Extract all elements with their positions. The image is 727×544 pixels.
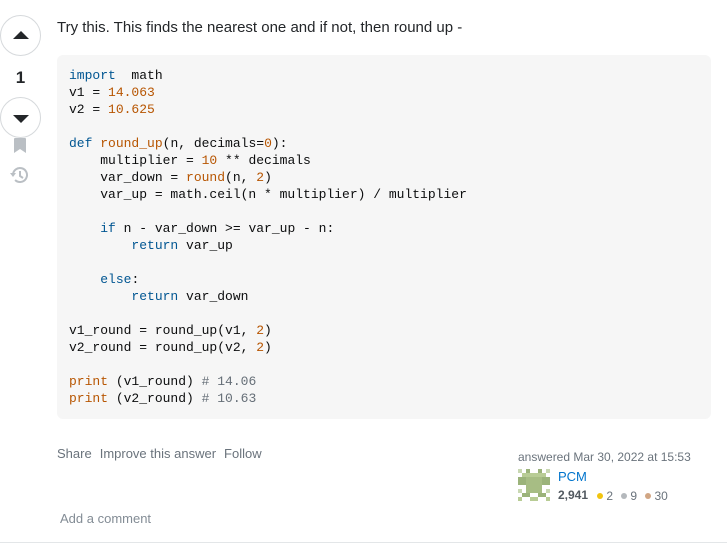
code-token: print (69, 391, 109, 406)
code-token: v1_round = round_up(v1, (69, 323, 257, 338)
user-name-link[interactable]: PCM (558, 469, 587, 485)
vote-count: 1 (15, 68, 26, 87)
avatar[interactable] (518, 469, 550, 501)
code-block: import math v1 = 14.063 v2 = 10.625 def … (57, 55, 711, 419)
silver-badge: 9 (621, 488, 637, 504)
code-token: (n, decimals= (162, 136, 265, 151)
arrow-up-icon (12, 30, 29, 39)
code-token: var_up (178, 238, 233, 253)
code-token: var_down = (69, 170, 187, 185)
answered-timestamp: answered Mar 30, 2022 at 15:53 (518, 450, 691, 464)
code-line: v2_round = round_up(v2, 2) (69, 340, 272, 355)
code-token: round_up (100, 136, 163, 151)
code-token: # 14.06 (201, 374, 257, 389)
history-button[interactable] (10, 165, 30, 185)
answer-text: Try this. This finds the nearest one and… (57, 19, 463, 36)
code-token: var_down (178, 289, 249, 304)
code-token: return (131, 238, 179, 253)
code-line: def round_up(n, decimals=0): (69, 136, 287, 151)
arrow-down-icon (12, 114, 29, 123)
code-token: ) (264, 323, 272, 338)
code-line: var_up = math.ceil(n * multiplier) / mul… (69, 187, 467, 202)
reputation-score: 2,941 (558, 488, 589, 502)
history-icon (10, 167, 28, 183)
code-line: return var_down (69, 289, 248, 304)
code-content: import math v1 = 14.063 v2 = 10.625 def … (69, 67, 467, 407)
code-token: round (186, 170, 226, 185)
code-token: v1 = (69, 85, 109, 100)
code-token: n - var_down >= var_up - n: (115, 221, 335, 236)
code-token: 10.625 (108, 102, 155, 117)
code-token: math (115, 68, 163, 83)
code-line: var_down = round(n, 2) (69, 170, 272, 185)
code-token: v2_round = round_up(v2, (69, 340, 257, 355)
code-token: multiplier = (69, 153, 202, 168)
code-token: 0 (264, 136, 272, 151)
improve-answer-link[interactable]: Improve this answer (100, 446, 216, 461)
bronze-badge-icon (645, 493, 652, 499)
code-token: ) (264, 170, 272, 185)
gold-badge: 2 (597, 488, 613, 504)
code-token: 2 (256, 323, 265, 338)
code-token: 10 (201, 153, 218, 168)
code-token: ** decimals (217, 153, 311, 168)
bookmark-icon (14, 137, 26, 153)
add-comment-link[interactable]: Add a comment (60, 511, 151, 527)
silver-badge-count: 9 (630, 489, 638, 503)
gold-badge-icon (597, 493, 604, 499)
user-reputation: 2,941 2 9 30 (558, 487, 673, 504)
divider (0, 542, 727, 543)
code-token: v2 = (69, 102, 109, 117)
code-line: return var_up (69, 238, 233, 253)
upvote-button[interactable] (0, 15, 41, 56)
code-token: import (69, 68, 116, 83)
code-token: return (131, 289, 179, 304)
code-token: : (131, 272, 140, 287)
code-token: if (100, 221, 116, 236)
code-token: else (100, 272, 132, 287)
code-line: multiplier = 10 ** decimals (69, 153, 311, 168)
bronze-badge: 30 (645, 488, 668, 504)
code-line: print (v2_round) # 10.63 (69, 391, 256, 406)
gold-badge-count: 2 (606, 489, 614, 503)
code-line: print (v1_round) # 14.06 (69, 374, 256, 389)
code-line: v1 = 14.063 (69, 85, 155, 100)
code-token: 14.063 (108, 85, 155, 100)
silver-badge-icon (621, 493, 628, 499)
code-line: else: (69, 272, 139, 287)
user-card: answered Mar 30, 2022 at 15:53 PCM 2,941… (518, 449, 718, 503)
code-token: def (69, 136, 93, 151)
follow-link[interactable]: Follow (224, 446, 262, 461)
code-token: ) (264, 340, 272, 355)
code-token: var_up = math.ceil(n * multiplier) / mul… (69, 187, 467, 202)
bronze-badge-count: 30 (654, 489, 668, 503)
code-token: (v1_round) (108, 374, 202, 389)
code-token: (n, (225, 170, 257, 185)
code-line: if n - var_down >= var_up - n: (69, 221, 334, 236)
identicon-icon (518, 469, 550, 501)
code-token: 2 (256, 340, 265, 355)
post-actions: Share Improve this answer Follow (57, 446, 262, 461)
code-line: v2 = 10.625 (69, 102, 155, 117)
code-line: import math (69, 68, 163, 83)
code-token: 2 (256, 170, 265, 185)
code-token: (v2_round) (108, 391, 202, 406)
code-line: v1_round = round_up(v1, 2) (69, 323, 272, 338)
bookmark-button[interactable] (10, 135, 30, 155)
downvote-button[interactable] (0, 97, 41, 138)
code-token: ): (271, 136, 288, 151)
share-link[interactable]: Share (57, 446, 92, 461)
code-token: # 10.63 (201, 391, 257, 406)
code-token: print (69, 374, 109, 389)
